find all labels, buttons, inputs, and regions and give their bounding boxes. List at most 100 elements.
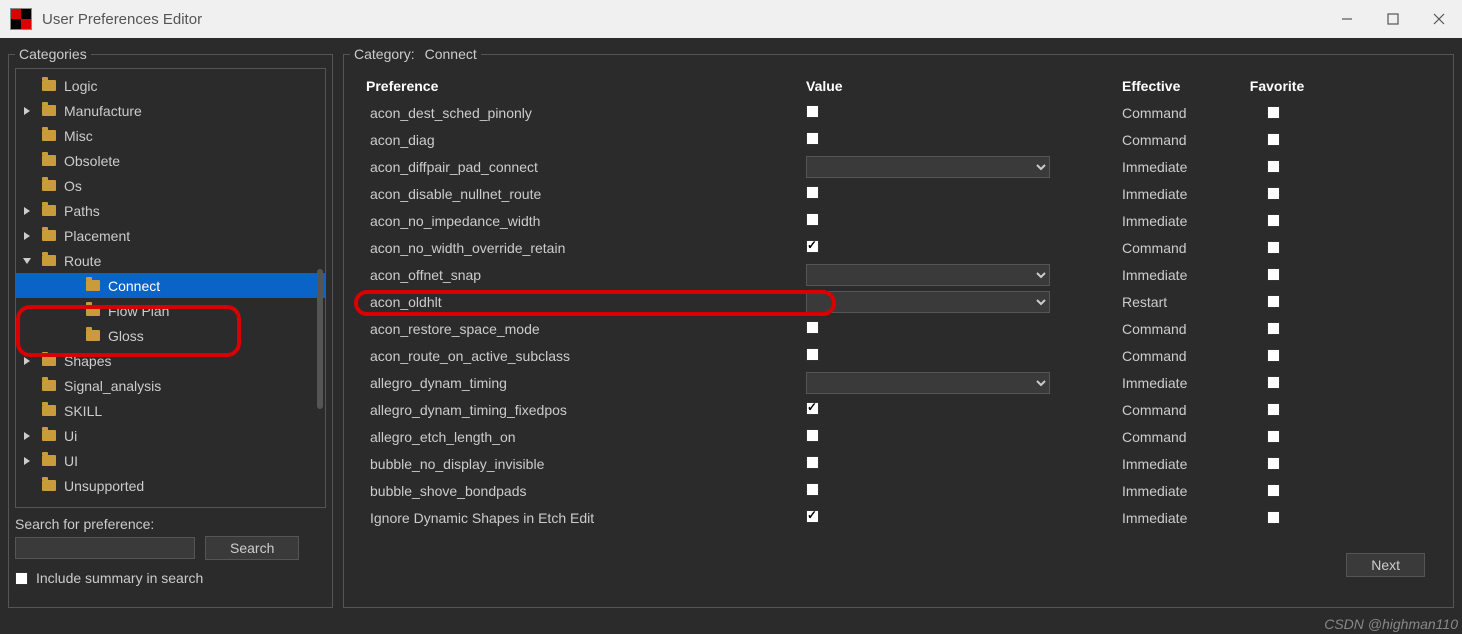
favorite-checkbox[interactable] bbox=[1267, 241, 1280, 254]
tree-item-paths[interactable]: Paths bbox=[16, 198, 325, 223]
pref-row: acon_route_on_active_subclassCommand bbox=[366, 342, 1431, 369]
value-dropdown[interactable] bbox=[806, 372, 1050, 394]
value-checkbox[interactable] bbox=[806, 186, 819, 199]
favorite-checkbox[interactable] bbox=[1267, 214, 1280, 227]
favorite-checkbox[interactable] bbox=[1267, 349, 1280, 362]
favorite-checkbox[interactable] bbox=[1267, 430, 1280, 443]
value-checkbox[interactable] bbox=[806, 429, 819, 442]
category-tree[interactable]: Logic Manufacture Misc Obsolete Os Paths Place… bbox=[15, 68, 326, 508]
tree-item-route[interactable]: Route bbox=[16, 248, 325, 273]
favorite-checkbox[interactable] bbox=[1267, 106, 1280, 119]
tree-item-skill[interactable]: SKILL bbox=[16, 398, 325, 423]
favorite-checkbox[interactable] bbox=[1267, 268, 1280, 281]
value-checkbox[interactable] bbox=[806, 321, 819, 334]
tree-item-misc[interactable]: Misc bbox=[16, 123, 325, 148]
watermark: CSDN @highman110 bbox=[1324, 616, 1458, 632]
pref-name: acon_offnet_snap bbox=[366, 267, 806, 283]
chevron-right-icon[interactable] bbox=[22, 203, 36, 219]
tree-item-unsupported[interactable]: Unsupported bbox=[16, 473, 325, 498]
value-dropdown[interactable] bbox=[806, 291, 1050, 313]
pref-name: acon_diag bbox=[366, 132, 806, 148]
next-button[interactable]: Next bbox=[1346, 553, 1425, 577]
minimize-button[interactable] bbox=[1324, 0, 1370, 38]
chevron-right-icon[interactable] bbox=[22, 103, 36, 119]
folder-icon bbox=[42, 230, 56, 241]
favorite-checkbox[interactable] bbox=[1267, 295, 1280, 308]
pref-row: acon_dest_sched_pinonlyCommand bbox=[366, 99, 1431, 126]
tree-item-logic[interactable]: Logic bbox=[16, 73, 325, 98]
pref-row: acon_no_width_override_retainCommand bbox=[366, 234, 1431, 261]
value-checkbox[interactable] bbox=[806, 348, 819, 361]
favorite-checkbox[interactable] bbox=[1267, 511, 1280, 524]
value-dropdown[interactable] bbox=[806, 264, 1050, 286]
folder-icon bbox=[42, 105, 56, 116]
favorite-checkbox[interactable] bbox=[1267, 376, 1280, 389]
pref-row: bubble_no_display_invisibleImmediate bbox=[366, 450, 1431, 477]
folder-icon bbox=[42, 430, 56, 441]
close-button[interactable] bbox=[1416, 0, 1462, 38]
pref-row: acon_offnet_snap Immediate bbox=[366, 261, 1431, 288]
tree-item-obsolete[interactable]: Obsolete bbox=[16, 148, 325, 173]
tree-item-signal_analysis[interactable]: Signal_analysis bbox=[16, 373, 325, 398]
pref-row: acon_restore_space_mode Command bbox=[366, 315, 1431, 342]
chevron-down-icon[interactable] bbox=[22, 253, 36, 269]
chevron-right-icon[interactable] bbox=[22, 428, 36, 444]
scrollbar[interactable] bbox=[317, 269, 323, 409]
tree-item-ui[interactable]: Ui bbox=[16, 423, 325, 448]
tree-item-shapes[interactable]: Shapes bbox=[16, 348, 325, 373]
include-summary-label: Include summary in search bbox=[36, 570, 203, 586]
tree-item-label: Shapes bbox=[64, 353, 111, 369]
value-checkbox[interactable] bbox=[806, 132, 819, 145]
tree-item-gloss[interactable]: Gloss bbox=[16, 323, 325, 348]
tree-item-connect[interactable]: Connect bbox=[16, 273, 325, 298]
pref-row: acon_diag Command bbox=[366, 126, 1431, 153]
chevron-right-icon[interactable] bbox=[22, 453, 36, 469]
chevron-right-icon[interactable] bbox=[22, 228, 36, 244]
favorite-checkbox[interactable] bbox=[1267, 160, 1280, 173]
tree-item-label: Paths bbox=[64, 203, 100, 219]
table-header: Preference Value Effective Favorite bbox=[366, 72, 1431, 99]
preferences-panel: Category: Connect Preference Value Effec… bbox=[343, 46, 1454, 608]
favorite-checkbox[interactable] bbox=[1267, 187, 1280, 200]
effective-label: Command bbox=[1122, 429, 1242, 445]
value-checkbox[interactable] bbox=[806, 510, 819, 523]
effective-label: Command bbox=[1122, 348, 1242, 364]
folder-icon bbox=[86, 330, 100, 341]
value-checkbox[interactable] bbox=[806, 240, 819, 253]
tree-item-manufacture[interactable]: Manufacture bbox=[16, 98, 325, 123]
value-checkbox[interactable] bbox=[806, 213, 819, 226]
tree-item-label: Logic bbox=[64, 78, 97, 94]
favorite-checkbox[interactable] bbox=[1267, 133, 1280, 146]
tree-item-os[interactable]: Os bbox=[16, 173, 325, 198]
favorite-checkbox[interactable] bbox=[1267, 403, 1280, 416]
value-checkbox[interactable] bbox=[806, 105, 819, 118]
value-checkbox[interactable] bbox=[806, 456, 819, 469]
effective-label: Restart bbox=[1122, 294, 1242, 310]
tree-item-label: Obsolete bbox=[64, 153, 120, 169]
effective-label: Command bbox=[1122, 240, 1242, 256]
folder-icon bbox=[86, 280, 100, 291]
effective-label: Command bbox=[1122, 321, 1242, 337]
tree-item-flow-plan[interactable]: Flow Plan bbox=[16, 298, 325, 323]
tree-item-label: Misc bbox=[64, 128, 93, 144]
favorite-checkbox[interactable] bbox=[1267, 484, 1280, 497]
value-dropdown[interactable] bbox=[806, 156, 1050, 178]
favorite-checkbox[interactable] bbox=[1267, 322, 1280, 335]
value-checkbox[interactable] bbox=[806, 483, 819, 496]
favorite-checkbox[interactable] bbox=[1267, 457, 1280, 470]
maximize-button[interactable] bbox=[1370, 0, 1416, 38]
value-checkbox[interactable] bbox=[806, 402, 819, 415]
tree-item-placement[interactable]: Placement bbox=[16, 223, 325, 248]
effective-label: Command bbox=[1122, 132, 1242, 148]
search-input[interactable] bbox=[15, 537, 195, 559]
pref-name: acon_disable_nullnet_route bbox=[366, 186, 806, 202]
include-summary-checkbox[interactable] bbox=[15, 572, 28, 585]
pref-name: acon_restore_space_mode bbox=[366, 321, 806, 337]
tree-item-ui[interactable]: UI bbox=[16, 448, 325, 473]
effective-label: Immediate bbox=[1122, 267, 1242, 283]
folder-icon bbox=[42, 405, 56, 416]
chevron-right-icon[interactable] bbox=[22, 353, 36, 369]
tree-item-label: Unsupported bbox=[64, 478, 144, 494]
search-button[interactable]: Search bbox=[205, 536, 299, 560]
pref-row: acon_no_impedance_widthImmediate bbox=[366, 207, 1431, 234]
